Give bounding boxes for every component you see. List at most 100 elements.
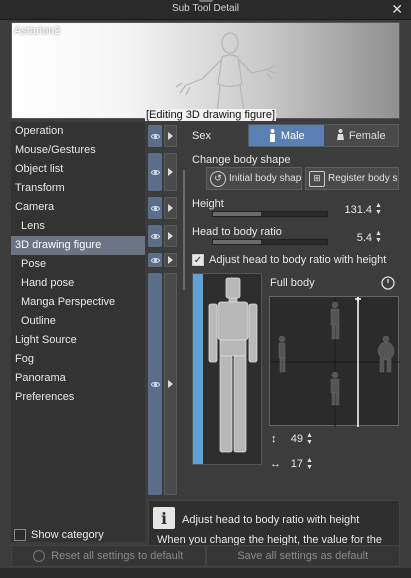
chevron-up-icon[interactable]: ▲ [375,202,382,209]
show-category-checkbox[interactable] [14,529,26,541]
drag-grip[interactable] [199,0,213,2]
visibility-toggle-adjust[interactable] [148,253,162,267]
category-item[interactable]: Lens [11,217,145,236]
footer-bar: Reset all settings to default Save all s… [11,545,400,567]
grid-vertical-spinner[interactable]: ▲ ▼ [305,432,314,446]
body-shape-grid-svg[interactable] [270,296,400,427]
category-item[interactable]: Fog [11,350,145,369]
category-list: Operation Mouse/Gestures Object list Transf… [11,122,145,542]
grid-horizontal-spinner[interactable]: ▲ ▼ [305,457,314,471]
initial-body-shape-button[interactable]: ↺ Initial body shape [206,167,302,190]
chevron-down-icon[interactable]: ▼ [306,439,313,446]
chevron-down-icon[interactable]: ▼ [375,209,382,216]
show-category-toggle[interactable]: Show category [14,529,104,541]
category-item[interactable]: Outline [11,312,145,331]
grid-position-marker[interactable] [355,296,361,302]
expand-toggle-head-ratio[interactable] [164,225,177,247]
adjust-ratio-toggle[interactable]: ✓ Adjust head to body ratio with height [192,254,386,266]
category-item[interactable]: Panorama [11,369,145,388]
reset-icon [33,550,46,562]
female-option[interactable]: Female [323,125,398,146]
help-box: i Adjust head to body ratio with height … [148,500,400,546]
visibility-toggle-height[interactable] [148,197,162,219]
connector-line [183,170,185,290]
register-body-shape-button[interactable]: ⊞ Register body shape [305,167,399,190]
save-all-label: Save all settings as default [237,550,369,562]
visibility-toggle-head-ratio[interactable] [148,225,162,247]
figure-preview [175,32,277,118]
height-spinner[interactable]: ▲ ▼ [374,202,383,216]
male-option[interactable]: Male [249,125,324,146]
body-shape-label: Change body shape [192,154,291,166]
head-ratio-value[interactable]: 5.4 [330,232,372,244]
head-ratio-spinner[interactable]: ▲ ▼ [374,230,383,244]
reset-all-label: Reset all settings to default [51,550,184,562]
female-figure-icon [336,129,344,140]
visibility-toggle-sex[interactable] [148,125,162,147]
body-shape-grid[interactable] [269,296,400,427]
initial-body-shape-label: Initial body shape [229,173,302,184]
category-item[interactable]: Mouse/Gestures [11,141,145,160]
expand-toggle-body-shape[interactable] [164,153,177,191]
eye-icon [150,381,160,387]
save-all-button[interactable]: Save all settings as default [205,545,400,567]
grid-horizontal-value[interactable]: 17 [285,458,303,470]
eye-icon [150,257,160,263]
reset-icon[interactable] [380,275,396,291]
chevron-up-icon[interactable]: ▲ [375,230,382,237]
expand-toggle-sex[interactable] [164,125,177,147]
visibility-toggle-body-shape[interactable] [148,153,162,191]
height-value[interactable]: 131.4 [330,204,372,216]
height-slider-fill [213,212,261,216]
title-bar: Sub Tool Detail ✕ [0,0,411,20]
triangle-right-icon [168,232,173,240]
show-category-label: Show category [31,529,104,541]
body-figure [208,277,258,453]
visibility-toggle-full-body[interactable] [148,273,162,495]
full-body-label: Full body [270,277,315,289]
triangle-right-icon [168,204,173,212]
adjust-ratio-checkbox[interactable]: ✓ [192,254,204,266]
category-item[interactable]: Camera [11,198,145,217]
female-label: Female [348,129,386,142]
help-title: Adjust head to body ratio with height [182,514,360,526]
eye-icon [150,233,160,239]
head-ratio-label: Head to body ratio [192,226,282,238]
category-item[interactable]: Hand pose [11,274,145,293]
reset-all-button[interactable]: Reset all settings to default [11,545,206,567]
category-item[interactable]: 3D drawing figure [11,236,145,255]
triangle-right-icon [168,168,173,176]
chevron-up-icon[interactable]: ▲ [306,457,313,464]
category-item[interactable]: Light Source [11,331,145,350]
chevron-up-icon[interactable]: ▲ [306,432,313,439]
head-ratio-slider[interactable] [212,239,328,245]
chevron-down-icon[interactable]: ▼ [375,237,382,244]
expand-toggle-adjust[interactable] [164,253,177,267]
register-body-shape-label: Register body shape [328,173,398,184]
expand-toggle-full-body[interactable] [164,273,177,495]
preview-name: Astarion2 [14,25,61,37]
grid-vertical-value[interactable]: 49 [285,433,303,445]
male-figure-icon [269,129,275,142]
close-icon[interactable]: ✕ [391,1,403,18]
category-item[interactable]: Operation [11,122,145,141]
triangle-right-icon [168,132,173,140]
triangle-right-icon [168,380,173,388]
preview-area: Astarion2 [11,22,400,119]
wide-figure-icon [377,335,395,373]
tall-figure-icon [330,301,340,340]
expand-toggle-height[interactable] [164,197,177,219]
category-item[interactable]: Transform [11,179,145,198]
category-item[interactable]: Object list [11,160,145,179]
body-figure-panel[interactable] [192,273,262,465]
reset-icon: ↺ [210,170,226,187]
eye-icon [150,133,160,139]
male-label: Male [280,129,305,142]
category-item[interactable]: Manga Perspective [11,293,145,312]
chevron-down-icon[interactable]: ▼ [306,464,313,471]
category-item[interactable]: Pose [11,255,145,274]
info-icon: i [153,507,175,529]
category-item[interactable]: Preferences [11,388,145,407]
height-slider[interactable] [212,211,328,217]
short-figure-icon [330,371,340,406]
